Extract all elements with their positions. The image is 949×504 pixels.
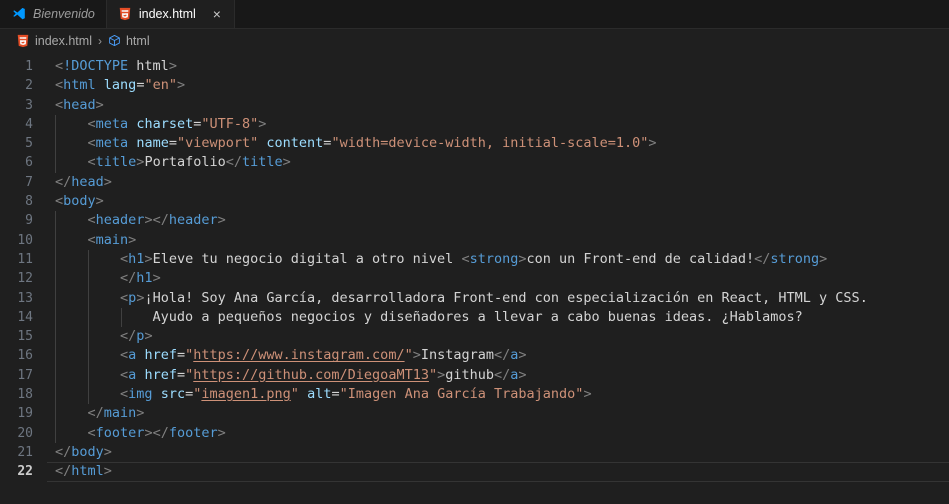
- code-text: </head>: [55, 173, 112, 190]
- code-line[interactable]: 4 <meta charset="UTF-8">: [0, 114, 949, 135]
- line-number: 20: [17, 425, 33, 441]
- code-text: <main>: [87, 231, 137, 248]
- code-line[interactable]: 2 <html lang="en">: [0, 76, 949, 95]
- line-number: 1: [25, 59, 33, 74]
- breadcrumb-item-file[interactable]: index.html: [14, 34, 94, 48]
- line-number: 8: [25, 194, 33, 210]
- code-text: <a href="https://www.instagram.com/">Ins…: [120, 347, 527, 364]
- code-text: <p>¡Hola! Soy Ana García, desarrolladora…: [120, 289, 868, 306]
- url-link[interactable]: https://github.com/DiegoaMT13: [193, 367, 429, 383]
- code-line[interactable]: 13 <p>¡Hola! Soy Ana García, desarrollad…: [0, 288, 949, 308]
- tab-bienvenido[interactable]: Bienvenido: [0, 0, 107, 28]
- code-text: Ayudo a pequeños negocios y diseñadores …: [152, 308, 803, 325]
- editor-tab-bar: Bienvenido index.html ×: [0, 0, 949, 29]
- code-line-current[interactable]: 22 </html>: [0, 462, 949, 481]
- code-line[interactable]: 9 <header></header>: [0, 211, 949, 231]
- url-link[interactable]: https://www.instagram.com/: [193, 347, 404, 363]
- line-number: 21: [17, 444, 33, 460]
- breadcrumb-label: html: [125, 33, 150, 48]
- breadcrumb-label: index.html: [35, 33, 92, 48]
- code-line[interactable]: 5 <meta name="viewport" content="width=d…: [0, 134, 949, 154]
- code-line[interactable]: 14 Ayudo a pequeños negocios y diseñador…: [0, 307, 949, 328]
- code-line[interactable]: 3 <head>: [0, 96, 949, 115]
- code-text: <html lang="en">: [55, 77, 186, 94]
- close-icon[interactable]: ×: [211, 7, 223, 21]
- file-link[interactable]: imagen1.png: [201, 386, 290, 402]
- code-line[interactable]: 18 <img src="imagen1.png" alt="Imagen An…: [0, 385, 949, 405]
- code-text: <meta charset="UTF-8">: [87, 115, 267, 132]
- code-line[interactable]: 20 <footer></footer>: [0, 423, 949, 443]
- html5-icon: [118, 7, 132, 21]
- breadcrumb: index.html › html: [0, 29, 949, 52]
- code-text: <a href="https://github.com/DiegoaMT13">…: [120, 366, 527, 383]
- line-number: 16: [17, 348, 33, 364]
- line-number: 10: [17, 232, 33, 248]
- code-line[interactable]: 11 <h1>Eleve tu negocio digital a otro n…: [0, 249, 949, 270]
- line-number: 13: [17, 290, 33, 306]
- breadcrumb-separator-icon: ›: [97, 33, 102, 48]
- code-text: </body>: [55, 443, 112, 460]
- line-number: 3: [25, 97, 33, 113]
- code-text: </main>: [87, 405, 145, 422]
- vscode-logo-icon: [11, 7, 26, 22]
- line-number: 6: [25, 155, 33, 171]
- code-line[interactable]: 15 </p>: [0, 327, 949, 347]
- line-number: 7: [25, 174, 33, 190]
- line-number: 18: [17, 387, 33, 403]
- code-text: <!DOCTYPE html>: [55, 58, 177, 74]
- line-number: 5: [25, 136, 33, 152]
- code-text: <footer></footer>: [87, 424, 226, 441]
- code-content[interactable]: 1 <!DOCTYPE html> 2 <html lang="en"> 3 <…: [0, 52, 949, 482]
- line-number: 15: [17, 329, 33, 345]
- code-text: <head>: [55, 96, 104, 113]
- line-number: 14: [17, 309, 33, 325]
- line-number: 12: [17, 271, 33, 287]
- code-text: </h1>: [120, 270, 161, 287]
- line-number: 19: [17, 406, 33, 422]
- code-text: <img src="imagen1.png" alt="Imagen Ana G…: [120, 386, 592, 403]
- code-line[interactable]: 21 </body>: [0, 443, 949, 462]
- tab-label: index.html: [138, 6, 196, 21]
- code-text: <title>Portafolio</title>: [87, 154, 291, 171]
- code-line[interactable]: 17 <a href="https://github.com/DiegoaMT1…: [0, 365, 949, 386]
- code-line[interactable]: 12 </h1>: [0, 269, 949, 289]
- code-text: <meta name="viewport" content="width=dev…: [87, 135, 657, 152]
- code-text: <header></header>: [87, 212, 226, 229]
- line-number: 22: [17, 464, 33, 480]
- html5-icon: [16, 34, 30, 48]
- code-editor[interactable]: 1 <!DOCTYPE html> 2 <html lang="en"> 3 <…: [0, 52, 949, 504]
- code-text: <body>: [55, 193, 104, 210]
- code-line[interactable]: 10 <main>: [0, 230, 949, 250]
- line-number: 2: [25, 78, 33, 94]
- code-text: </p>: [120, 328, 153, 345]
- cube-icon: [108, 34, 121, 47]
- tab-index-html[interactable]: index.html ×: [106, 0, 235, 28]
- line-number: 9: [25, 213, 33, 229]
- code-line[interactable]: 8 <body>: [0, 192, 949, 211]
- code-line[interactable]: 6 <title>Portafolio</title>: [0, 153, 949, 173]
- code-line[interactable]: 7 </head>: [0, 173, 949, 192]
- line-number: 17: [17, 367, 33, 383]
- tab-bar-empty-space: [234, 0, 949, 28]
- code-line[interactable]: 19 </main>: [0, 404, 949, 424]
- tab-label: Bienvenido: [33, 6, 95, 21]
- breadcrumb-item-symbol[interactable]: html: [106, 34, 152, 48]
- code-text: <h1>Eleve tu negocio digital a otro nive…: [120, 250, 828, 267]
- code-line[interactable]: 1 <!DOCTYPE html>: [0, 57, 949, 76]
- line-number: 11: [17, 251, 33, 267]
- code-line[interactable]: 16 <a href="https://www.instagram.com/">…: [0, 346, 949, 366]
- code-text: </html>: [55, 463, 112, 480]
- line-number: 4: [25, 116, 33, 132]
